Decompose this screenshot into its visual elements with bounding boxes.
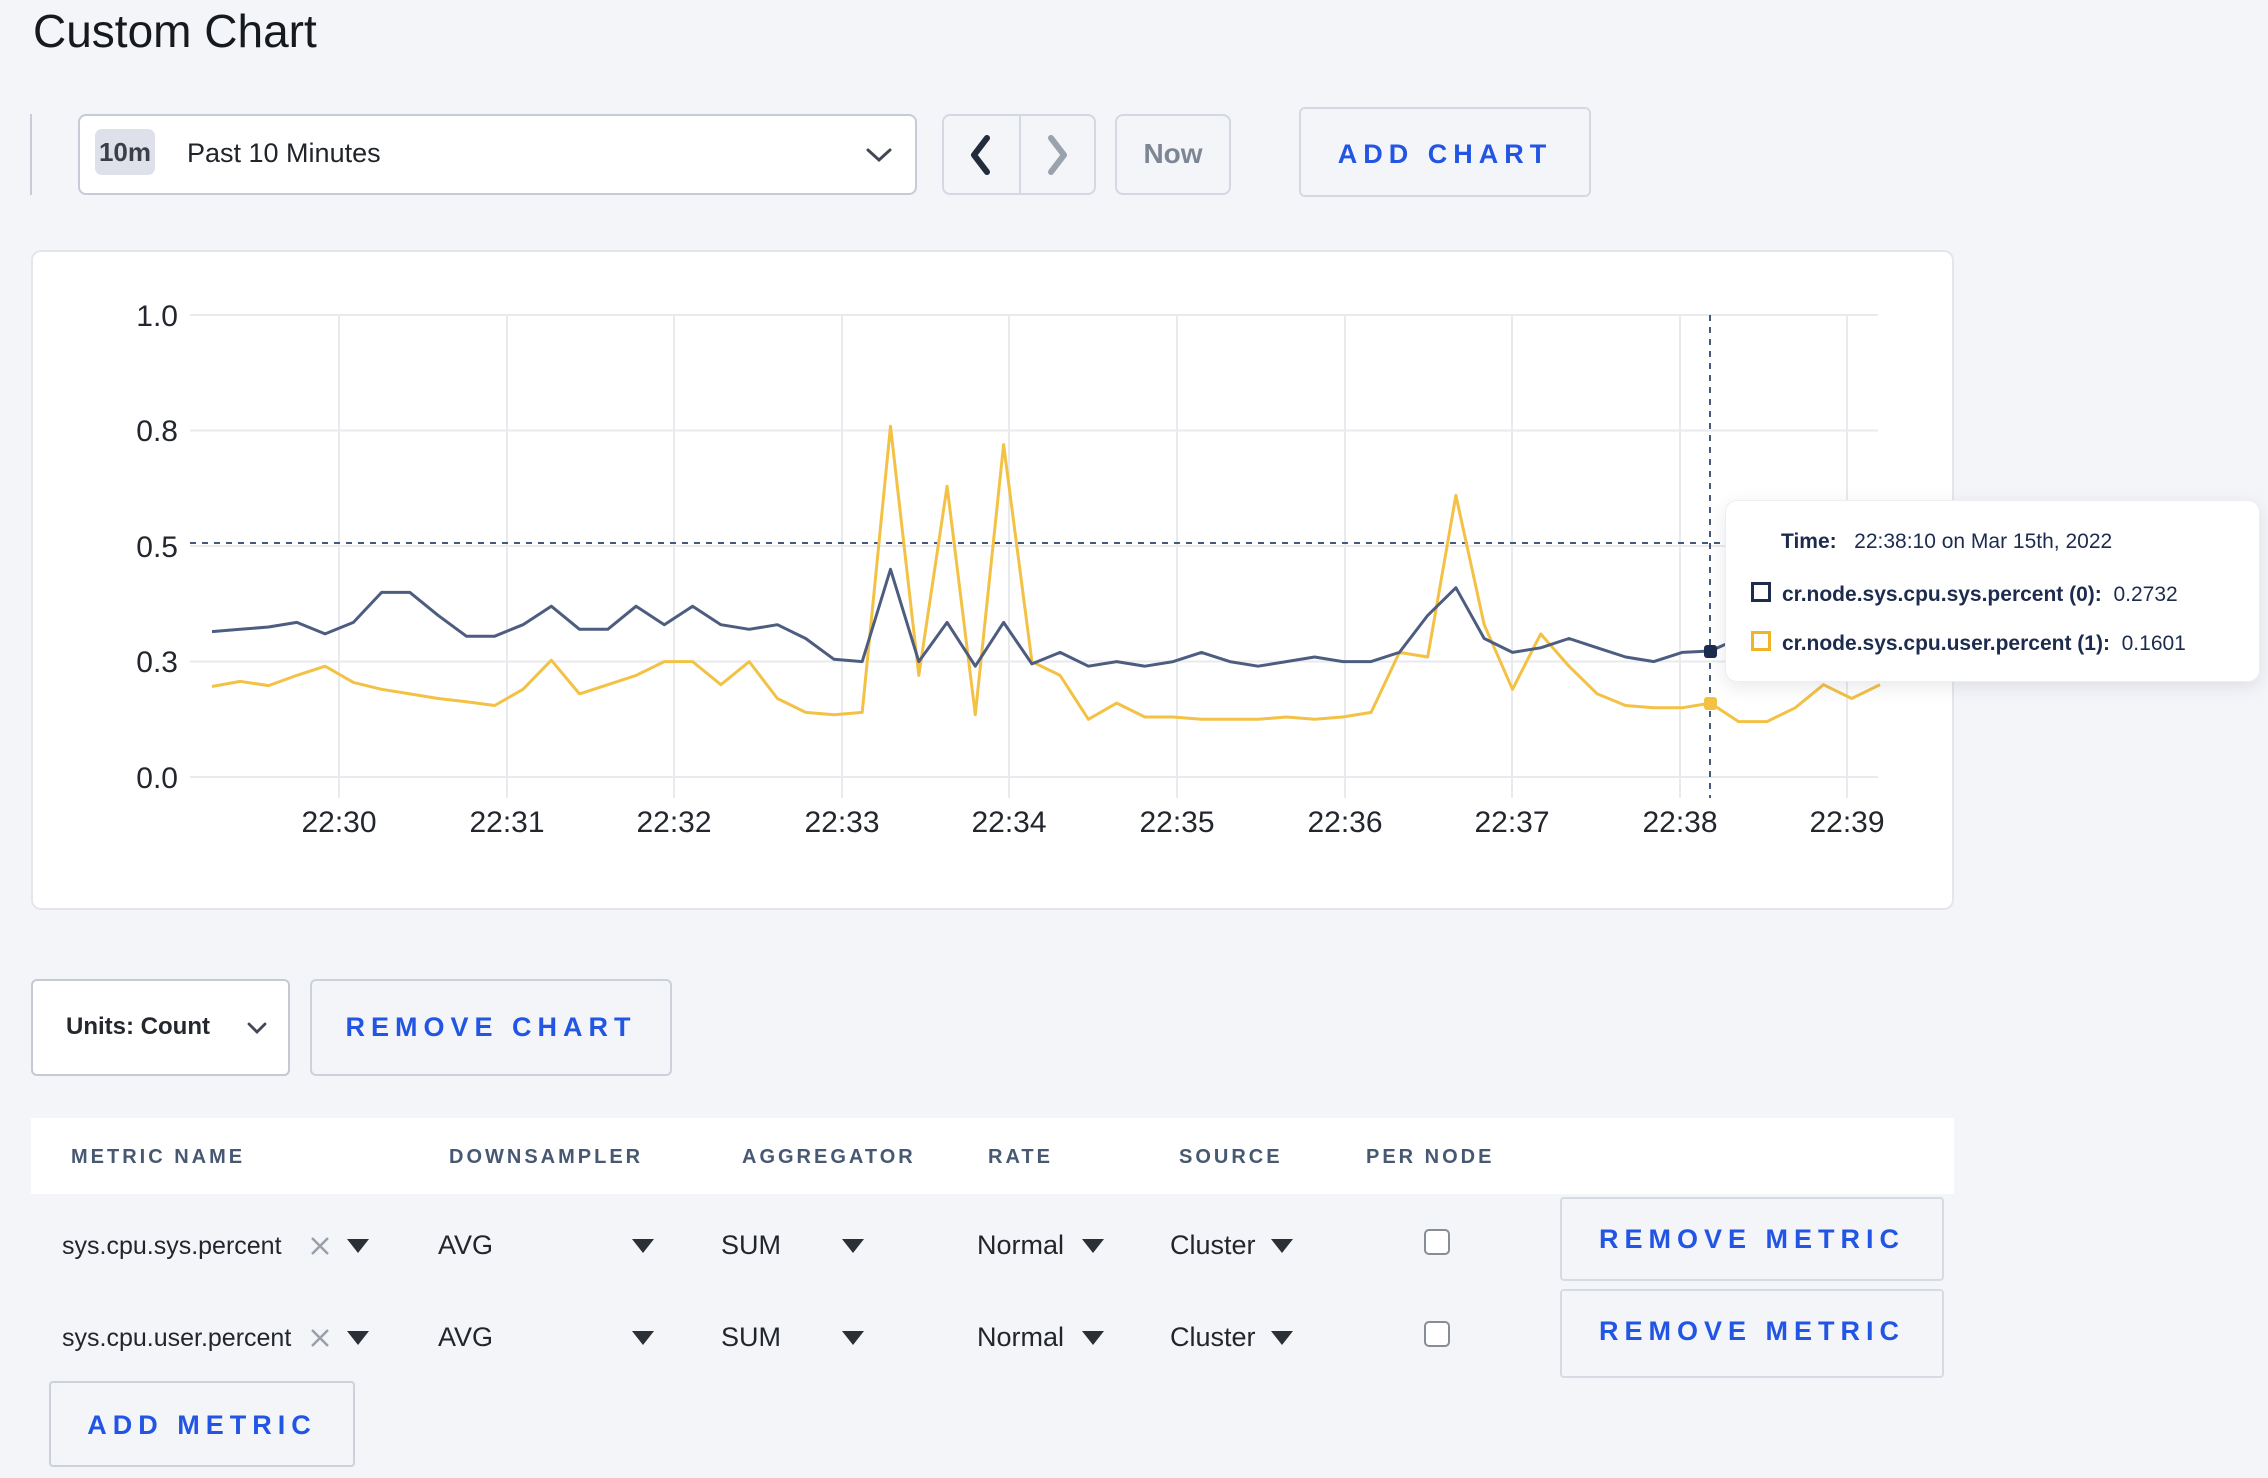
svg-text:22:30: 22:30	[301, 806, 376, 839]
svg-text:22:31: 22:31	[469, 806, 544, 839]
svg-text:22:38: 22:38	[1642, 806, 1717, 839]
svg-text:22:39: 22:39	[1809, 806, 1884, 839]
svg-text:1.0: 1.0	[136, 300, 178, 333]
svg-text:0.8: 0.8	[136, 415, 178, 448]
svg-text:0.0: 0.0	[136, 762, 178, 795]
svg-text:22:35: 22:35	[1139, 806, 1214, 839]
svg-text:22:36: 22:36	[1307, 806, 1382, 839]
svg-text:22:34: 22:34	[971, 806, 1046, 839]
svg-text:22:37: 22:37	[1474, 806, 1549, 839]
svg-text:22:33: 22:33	[804, 806, 879, 839]
svg-text:22:32: 22:32	[636, 806, 711, 839]
svg-text:0.5: 0.5	[136, 531, 178, 564]
svg-text:0.3: 0.3	[136, 646, 178, 679]
